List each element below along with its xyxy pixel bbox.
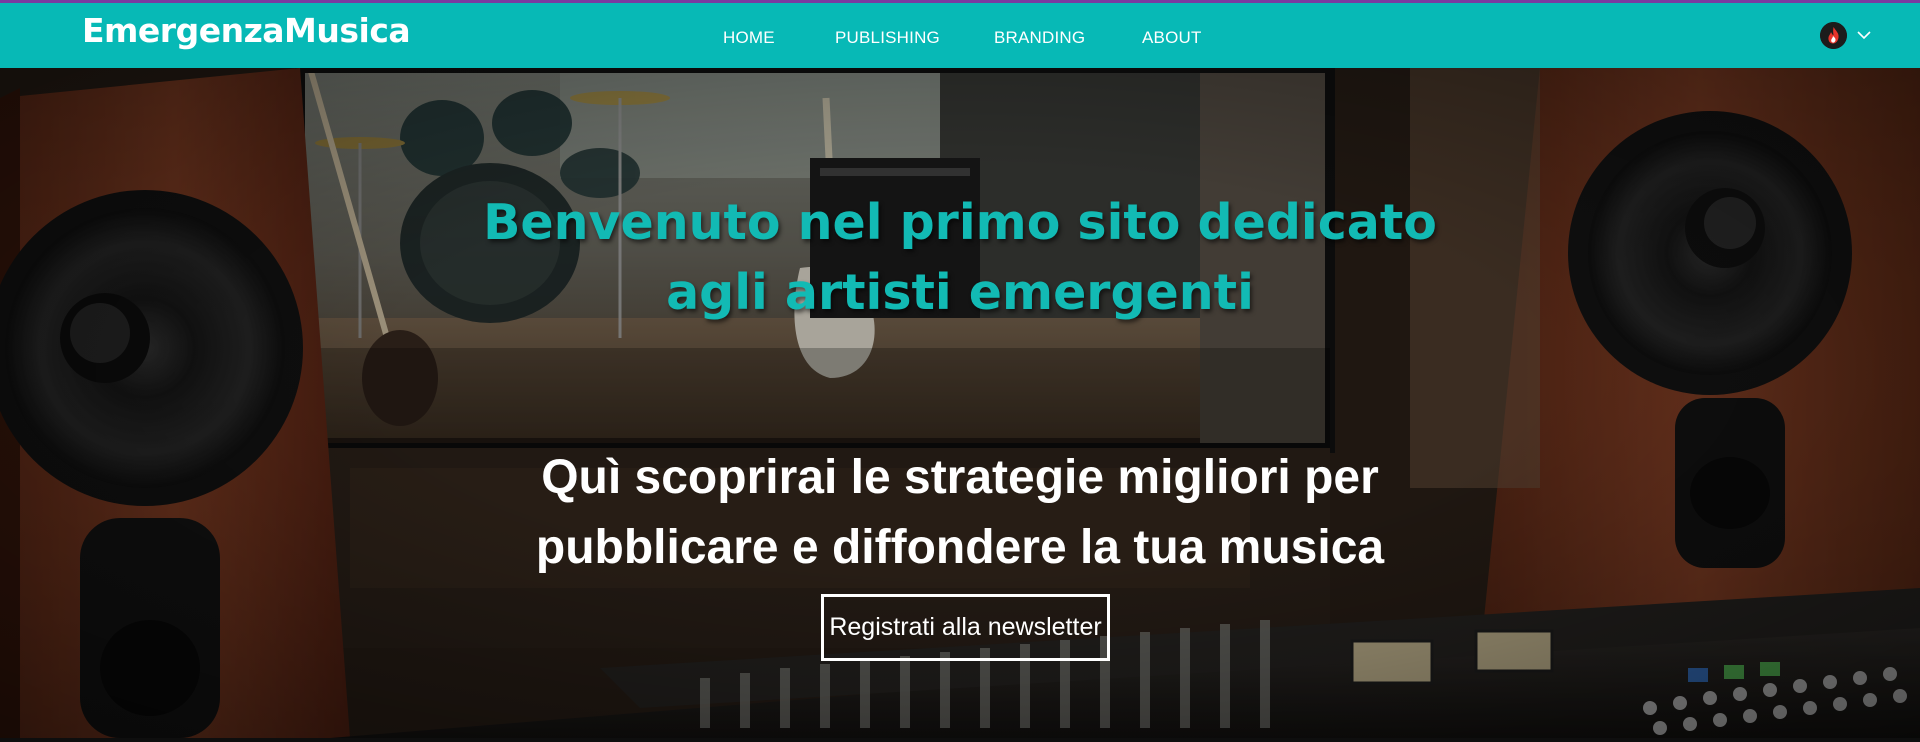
- nav-home[interactable]: HOME: [723, 28, 775, 48]
- hero-title: Benvenuto nel primo sito dedicato agli a…: [483, 194, 1437, 321]
- account-menu[interactable]: [1820, 22, 1872, 50]
- nav-branding[interactable]: BRANDING: [994, 28, 1085, 48]
- newsletter-signup-button[interactable]: Registrati alla newsletter: [821, 594, 1110, 661]
- hero-section: Benvenuto nel primo sito dedicato agli a…: [0, 68, 1920, 738]
- main-nav: HOME PUBLISHING BRANDING ABOUT: [0, 3, 1920, 68]
- site-header: EmergenzaMusica HOME PUBLISHING BRANDING…: [0, 0, 1920, 68]
- bottom-divider: [0, 738, 1920, 742]
- chevron-down-icon[interactable]: [1857, 27, 1871, 45]
- flame-avatar-icon: [1820, 22, 1847, 49]
- nav-publishing[interactable]: PUBLISHING: [835, 28, 940, 48]
- nav-about[interactable]: ABOUT: [1142, 28, 1202, 48]
- hero-subtitle: Quì scoprirai le strategie migliori per …: [535, 451, 1385, 574]
- avatar[interactable]: [1820, 22, 1847, 49]
- page: EmergenzaMusica HOME PUBLISHING BRANDING…: [0, 0, 1920, 742]
